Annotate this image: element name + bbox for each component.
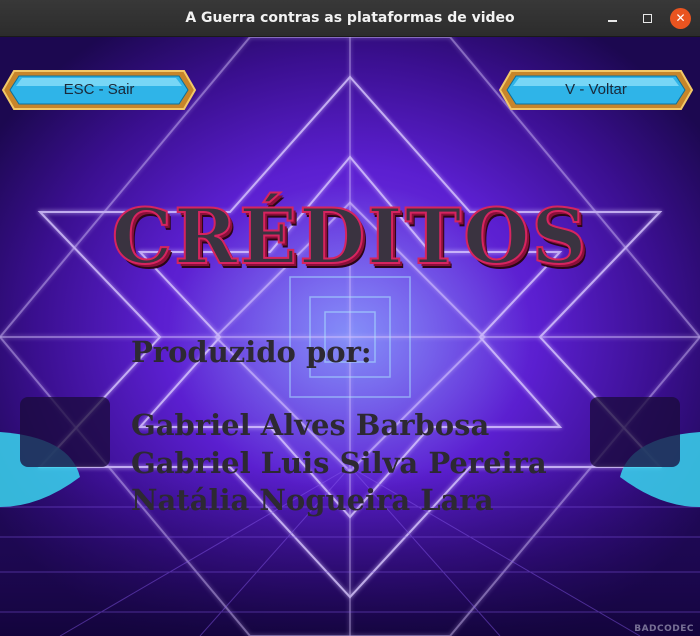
title-bar: A Guerra contras as plataformas de video… (0, 0, 700, 37)
produced-by-label: Produzido por: (131, 335, 372, 369)
game-window: A Guerra contras as plataformas de video… (0, 0, 700, 636)
close-icon: ✕ (675, 11, 686, 25)
credit-name: Natália Nogueira Lara (131, 483, 494, 517)
exit-button[interactable]: ESC - Sair (2, 70, 196, 110)
exit-button-label: ESC - Sair (63, 81, 135, 98)
credits-scene: ESC - Sair V - Voltar CRÉDITOS Produzido… (0, 37, 700, 636)
close-button[interactable]: ✕ (670, 8, 691, 29)
back-button[interactable]: V - Voltar (499, 70, 693, 110)
credit-name: Gabriel Luis Silva Pereira (131, 446, 547, 480)
minimize-button[interactable] (602, 8, 623, 29)
minimize-icon (608, 20, 617, 22)
credit-name: Gabriel Alves Barbosa (131, 408, 490, 442)
maximize-icon (643, 14, 652, 23)
credits-heading: CRÉDITOS (111, 191, 589, 282)
back-button-label: V - Voltar (565, 81, 627, 98)
window-title: A Guerra contras as plataformas de video (185, 10, 515, 26)
maximize-button[interactable] (637, 8, 658, 29)
watermark: BADCODEC (634, 624, 694, 634)
